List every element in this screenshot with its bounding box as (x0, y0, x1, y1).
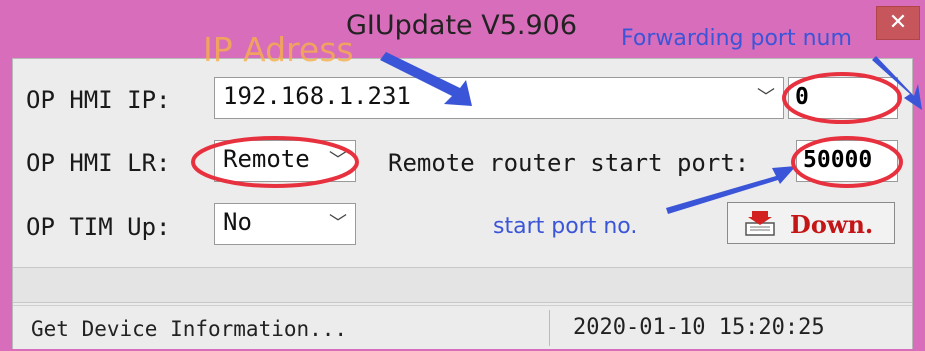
chevron-down-icon[interactable]: ﹀ (329, 209, 347, 235)
lr-mode-combo[interactable]: Remote ﹀ (214, 140, 356, 182)
download-button-label: Down. (790, 210, 874, 239)
lr-label: OP HMI LR: (26, 149, 171, 177)
app-window: GIUpdate V5.906 ✕ OP HMI IP: 192.168.1.2… (0, 0, 925, 351)
download-button[interactable]: Down. (727, 202, 895, 244)
progress-bar (13, 267, 912, 303)
download-icon (745, 211, 775, 236)
annotation-forwarding-port: Forwarding port num (621, 26, 852, 51)
tim-update-combo[interactable]: No ﹀ (214, 203, 356, 245)
tim-label: OP TIM Up: (26, 213, 171, 241)
forward-port-input[interactable]: 0 (788, 77, 898, 119)
ip-label: OP HMI IP: (26, 86, 171, 114)
status-divider (549, 310, 550, 346)
chevron-down-icon[interactable]: ﹀ (757, 83, 775, 109)
tim-update-value: No (223, 208, 252, 236)
lr-mode-value: Remote (223, 145, 310, 173)
ip-address-value: 192.168.1.231 (223, 82, 411, 110)
remote-router-label: Remote router start port: (388, 149, 750, 177)
chevron-down-icon[interactable]: ﹀ (329, 146, 347, 172)
forward-port-value: 0 (795, 84, 809, 110)
status-message: Get Device Information... (31, 317, 348, 341)
window-title: GIUpdate V5.906 (346, 10, 578, 41)
remote-router-port-input[interactable]: 50000 (796, 140, 898, 182)
close-icon: ✕ (888, 10, 908, 35)
remote-router-port-value: 50000 (803, 147, 873, 173)
annotation-start-port: start port no. (493, 214, 638, 239)
status-datetime: 2020-01-10 15:20:25 (573, 315, 825, 340)
ip-address-combo[interactable]: 192.168.1.231 ﹀ (214, 77, 784, 119)
annotation-ip-adress: IP Adress (203, 30, 354, 69)
close-button[interactable]: ✕ (876, 6, 920, 40)
status-bar: Get Device Information... 2020-01-10 15:… (13, 305, 912, 349)
